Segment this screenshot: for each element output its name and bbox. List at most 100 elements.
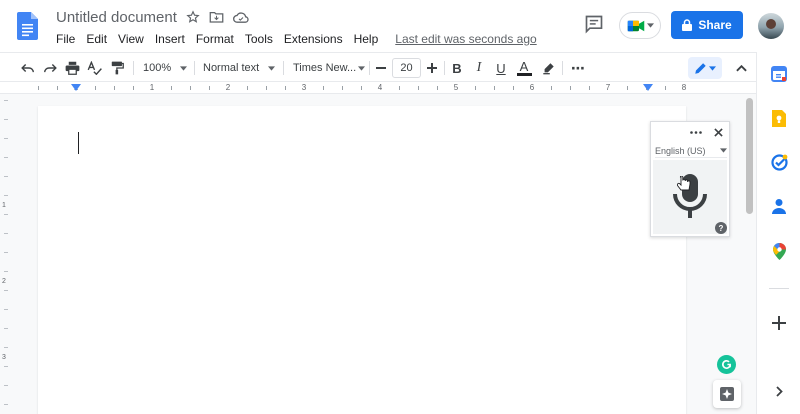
meet-icon [627,20,644,31]
vertical-ruler-tick [4,233,8,234]
ruler-tick [570,86,571,90]
print-icon[interactable] [64,58,80,78]
ruler-scale: 1 1 2 3 4 5 6 7 8 [38,82,686,94]
ruler-tick [190,86,191,90]
left-indent-marker-icon[interactable] [71,84,81,91]
more-options-button[interactable]: ⋯ [569,58,587,78]
ruler-number: 6 [529,83,535,92]
vertical-ruler-tick [4,252,8,253]
menu-tools[interactable]: Tools [245,32,273,46]
underline-button[interactable]: U [494,58,508,78]
ruler-tick [342,86,343,90]
calendar-icon[interactable] [769,64,789,84]
horizontal-ruler[interactable]: 1 1 2 3 4 5 6 7 8 [0,82,756,94]
font-size-input[interactable]: 20 [392,58,421,78]
scroll-thumb[interactable] [746,98,753,214]
font-family-value: Times New... [293,62,357,74]
comment-icon[interactable] [584,14,604,34]
ruler-tick [627,86,628,90]
document-page[interactable] [38,106,686,414]
text-color-swatch [516,73,532,76]
ruler-tick [475,86,476,90]
close-icon[interactable] [714,127,723,137]
vertical-ruler-tick [4,214,8,215]
menu-extensions[interactable]: Extensions [284,32,343,46]
ruler-number: 3 [301,83,307,92]
meet-button[interactable] [619,12,661,39]
undo-icon[interactable] [20,58,36,78]
zoom-select[interactable]: 100% [143,58,187,78]
help-icon[interactable]: ? [715,222,727,234]
ruler-tick [589,86,590,90]
toolbar-divider [369,61,370,75]
maps-icon[interactable] [769,241,789,261]
text-color-glyph: A [519,59,529,74]
microphone-button[interactable]: ? [653,160,727,234]
toolbar-divider [133,61,134,75]
ruler-number: 1 [149,83,155,92]
vertical-ruler-number: 2 [2,278,6,285]
side-panel [756,52,800,414]
vertical-ruler-number: 3 [2,354,6,361]
share-button[interactable]: Share [671,11,743,39]
menu-edit[interactable]: Edit [86,32,107,46]
menu-file[interactable]: File [56,32,75,46]
menu-view[interactable]: View [118,32,144,46]
spellcheck-icon[interactable] [86,58,102,78]
keep-icon[interactable] [769,108,789,128]
chevron-down-icon [709,65,716,71]
cloud-status-icon[interactable] [232,9,249,25]
paint-format-icon[interactable] [109,58,125,78]
folder-icon[interactable] [209,9,225,25]
more-dots-icon[interactable] [690,130,702,134]
vertical-scrollbar[interactable] [744,94,756,414]
add-icon[interactable] [769,313,789,333]
menu-bar: File Edit View Insert Format Tools Exten… [56,30,537,48]
decrease-font-size-button[interactable] [374,58,388,78]
star-icon[interactable] [185,9,201,25]
plus-icon [427,63,437,73]
tasks-icon[interactable] [769,152,789,172]
zoom-value: 100% [143,62,172,74]
menu-help[interactable]: Help [354,32,379,46]
ruler-number: 8 [681,83,687,92]
contacts-icon[interactable] [769,196,789,216]
collapse-toolbar-icon[interactable] [733,58,749,78]
font-family-select[interactable]: Times New... [293,58,365,78]
bold-button[interactable]: B [450,58,464,78]
grammarly-icon[interactable] [717,355,736,374]
text-color-button[interactable]: A [516,58,532,78]
ruler-tick [494,86,495,90]
menu-insert[interactable]: Insert [155,32,185,46]
vertical-ruler-tick [4,347,8,348]
docs-logo-icon[interactable] [17,12,38,40]
avatar[interactable] [758,13,784,39]
share-label: Share [698,18,732,32]
vertical-ruler-tick [4,271,8,272]
vertical-ruler-tick [4,404,8,405]
vertical-ruler-tick [4,366,8,367]
last-edit-link[interactable]: Last edit was seconds ago [395,32,536,46]
ruler-tick [133,86,134,90]
redo-icon[interactable] [42,58,58,78]
ruler-tick [57,86,58,90]
language-select[interactable]: English (US) [655,144,727,158]
chevron-right-icon[interactable] [769,381,789,401]
right-indent-marker-icon[interactable] [643,84,653,91]
ruler-tick [209,86,210,90]
italic-button[interactable]: I [472,58,486,78]
ruler-tick [437,86,438,90]
explore-button[interactable] [713,380,741,408]
editing-mode-button[interactable] [688,57,722,79]
vertical-ruler-tick [4,176,8,177]
vertical-ruler-tick [4,195,8,196]
increase-font-size-button[interactable] [425,58,439,78]
ruler-tick [114,86,115,90]
highlight-icon[interactable] [540,58,556,78]
menu-format[interactable]: Format [196,32,234,46]
ruler-tick [361,86,362,90]
explore-icon [720,387,734,401]
paragraph-style-select[interactable]: Normal text [203,58,275,78]
document-title[interactable]: Untitled document [56,9,177,26]
ruler-number: 5 [453,83,459,92]
